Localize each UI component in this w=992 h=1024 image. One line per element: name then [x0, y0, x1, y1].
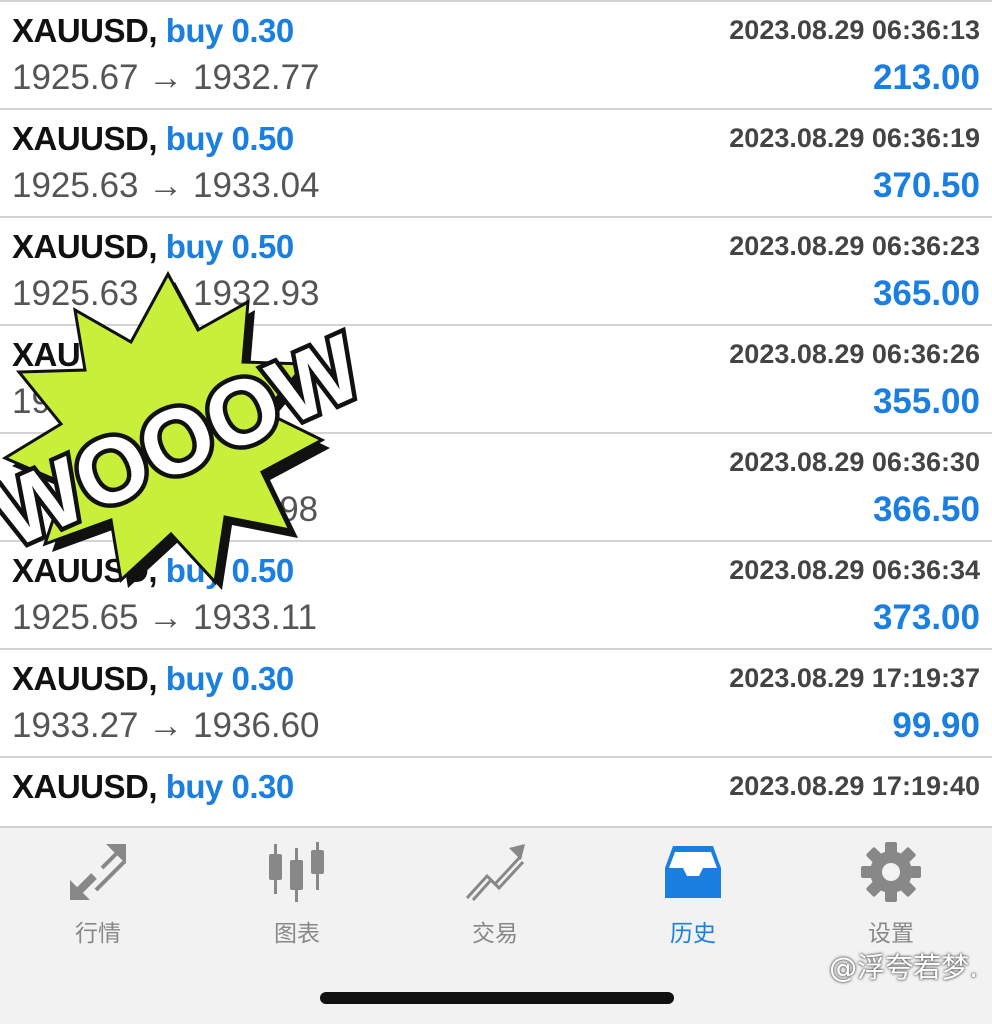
trade-row[interactable]: XAUUSD, buy 0.30 1933.27 → 1936.60 2023.… — [0, 648, 992, 756]
trade-side: buy 0.30 — [165, 660, 295, 697]
trade-prices: 1925.67 → 1932.77 — [12, 58, 320, 98]
trade-time: 2023.08.29 17:19:40 — [729, 771, 980, 801]
trade-time: 2023.08.29 06:36:30 — [729, 447, 980, 477]
trade-row[interactable]: XAUUSD, buy 0.50 1925.63 → 1933.04 2023.… — [0, 108, 992, 216]
gear-icon — [861, 842, 921, 902]
arrow-icon: → — [148, 58, 184, 97]
open-price: 1925.67 — [12, 58, 139, 97]
trade-prices: 1925.63 → 1933.04 — [12, 166, 320, 206]
trade-profit: 373.00 — [872, 598, 980, 637]
trade-time: 2023.08.29 06:36:26 — [729, 339, 980, 369]
trade-symbol: XAUUSD, buy 0.30 — [12, 660, 295, 697]
trade-symbol: XAUUSD, buy 0.30 — [12, 768, 295, 805]
open-price: 1925.63 — [12, 166, 139, 205]
trade-side: buy 0.50 — [165, 120, 295, 157]
trade-profit: 366.50 — [872, 490, 980, 529]
arrow-icon: → — [148, 706, 184, 745]
trade-time: 2023.08.29 06:36:13 — [729, 15, 980, 45]
tab-history-label: 历史 — [670, 921, 716, 947]
close-price: 1932.77 — [193, 58, 320, 97]
tab-settings[interactable]: 设置 — [831, 840, 951, 950]
arrow-icon: → — [148, 166, 184, 205]
trade-symbol: XAUUSD, buy 0.30 — [12, 12, 295, 49]
trade-symbol: XAUUSD, buy 0.50 — [12, 120, 295, 157]
trade-prices: 1933.27 → 1936.60 — [12, 706, 320, 746]
trade-time: 2023.08.29 06:36:23 — [729, 231, 980, 261]
open-price: 1933.27 — [12, 706, 139, 745]
tab-history[interactable]: 历史 — [633, 840, 753, 950]
trade-prices: 1925.65 → 1933.11 — [12, 598, 317, 638]
trade-side: buy 0.50 — [165, 228, 295, 265]
trade-side: buy 0.30 — [165, 768, 295, 805]
trade-row[interactable]: XAUUSD, buy 0.30 1925.67 → 1932.77 2023.… — [0, 0, 992, 108]
close-price: 1933.04 — [193, 166, 320, 205]
tab-quotes[interactable]: 行情 — [38, 840, 158, 950]
trade-trend-icon — [465, 844, 525, 902]
trade-symbol: XAUUSD, buy 0.50 — [12, 228, 295, 265]
trade-row[interactable]: XAUUSD, buy 0.30 2023.08.29 17:19:40 — [0, 756, 992, 828]
candlestick-icon — [269, 842, 324, 902]
trade-time: 2023.08.29 17:19:37 — [729, 663, 980, 693]
tab-charts[interactable]: 图表 — [237, 840, 357, 950]
open-price: 1925.65 — [12, 598, 139, 637]
tab-trade-label: 交易 — [472, 921, 518, 947]
tab-settings-label: 设置 — [868, 921, 914, 947]
arrow-icon: → — [148, 598, 184, 637]
trade-profit: 365.00 — [872, 274, 980, 313]
trade-side: buy 0.30 — [165, 12, 295, 49]
trade-profit: 355.00 — [872, 382, 980, 421]
trade-profit: 213.00 — [872, 58, 980, 97]
tab-quotes-label: 行情 — [75, 921, 121, 947]
tab-trade[interactable]: 交易 — [435, 840, 555, 950]
wooow-sticker: WOOOW — [0, 270, 360, 590]
trade-time: 2023.08.29 06:36:19 — [729, 123, 980, 153]
trade-profit: 370.50 — [872, 166, 980, 205]
history-inbox-icon — [665, 846, 721, 898]
row-separator — [0, 216, 992, 218]
row-separator — [0, 0, 992, 2]
close-price: 1936.60 — [193, 706, 320, 745]
trade-profit: 99.90 — [892, 706, 980, 745]
home-indicator[interactable] — [320, 992, 674, 1004]
watermark: @浮夸若梦. — [829, 951, 978, 984]
row-separator — [0, 756, 992, 758]
row-separator — [0, 648, 992, 650]
quotes-arrows-icon — [70, 844, 126, 900]
trade-time: 2023.08.29 06:36:34 — [729, 555, 980, 585]
tab-charts-label: 图表 — [274, 921, 320, 947]
close-price: 1933.11 — [193, 598, 317, 637]
row-separator — [0, 108, 992, 110]
